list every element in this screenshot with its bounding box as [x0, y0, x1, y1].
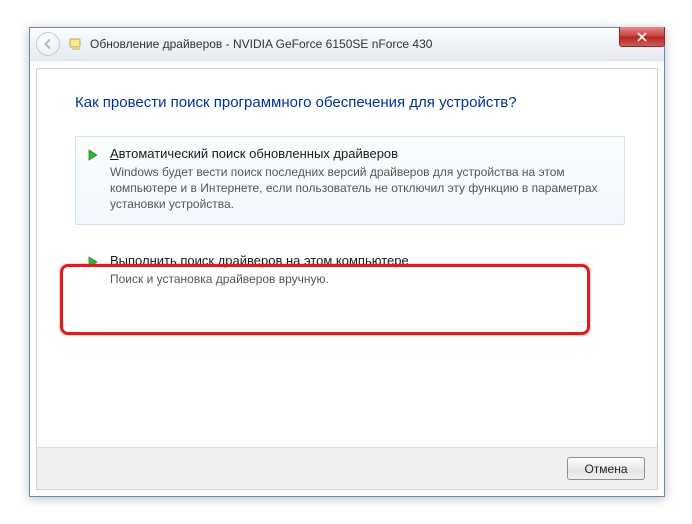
cancel-label: Отмена — [584, 462, 627, 476]
dialog-window: Обновление драйверов - NVIDIA GeForce 61… — [29, 27, 665, 497]
footer: Отмена — [37, 447, 657, 489]
page-heading: Как провести поиск программного обеспече… — [75, 94, 625, 111]
option-manual-search[interactable]: Выполнить поиск драйверов на этом компью… — [75, 243, 625, 299]
option-desc: Windows будет вести поиск последних верс… — [110, 164, 610, 213]
close-button[interactable] — [619, 27, 665, 47]
option-arrow-icon — [86, 147, 102, 163]
close-icon — [637, 32, 647, 42]
option-title: Выполнить поиск драйверов на этом компью… — [110, 253, 610, 268]
back-button[interactable] — [36, 32, 60, 56]
content: Как провести поиск программного обеспече… — [37, 69, 657, 327]
titlebar: Обновление драйверов - NVIDIA GeForce 61… — [30, 28, 664, 61]
option-arrow-icon — [86, 254, 102, 270]
cancel-button[interactable]: Отмена — [567, 457, 645, 480]
option-body: Автоматический поиск обновленных драйвер… — [110, 146, 610, 213]
device-icon — [68, 36, 84, 52]
window-title: Обновление драйверов - NVIDIA GeForce 61… — [90, 37, 432, 51]
option-title: Автоматический поиск обновленных драйвер… — [110, 146, 610, 161]
option-desc: Поиск и установка драйверов вручную. — [110, 271, 610, 287]
option-body: Выполнить поиск драйверов на этом компью… — [110, 253, 610, 287]
back-arrow-icon — [42, 38, 54, 50]
option-auto-search[interactable]: Автоматический поиск обновленных драйвер… — [75, 136, 625, 225]
client-area: Как провести поиск программного обеспече… — [36, 68, 658, 490]
